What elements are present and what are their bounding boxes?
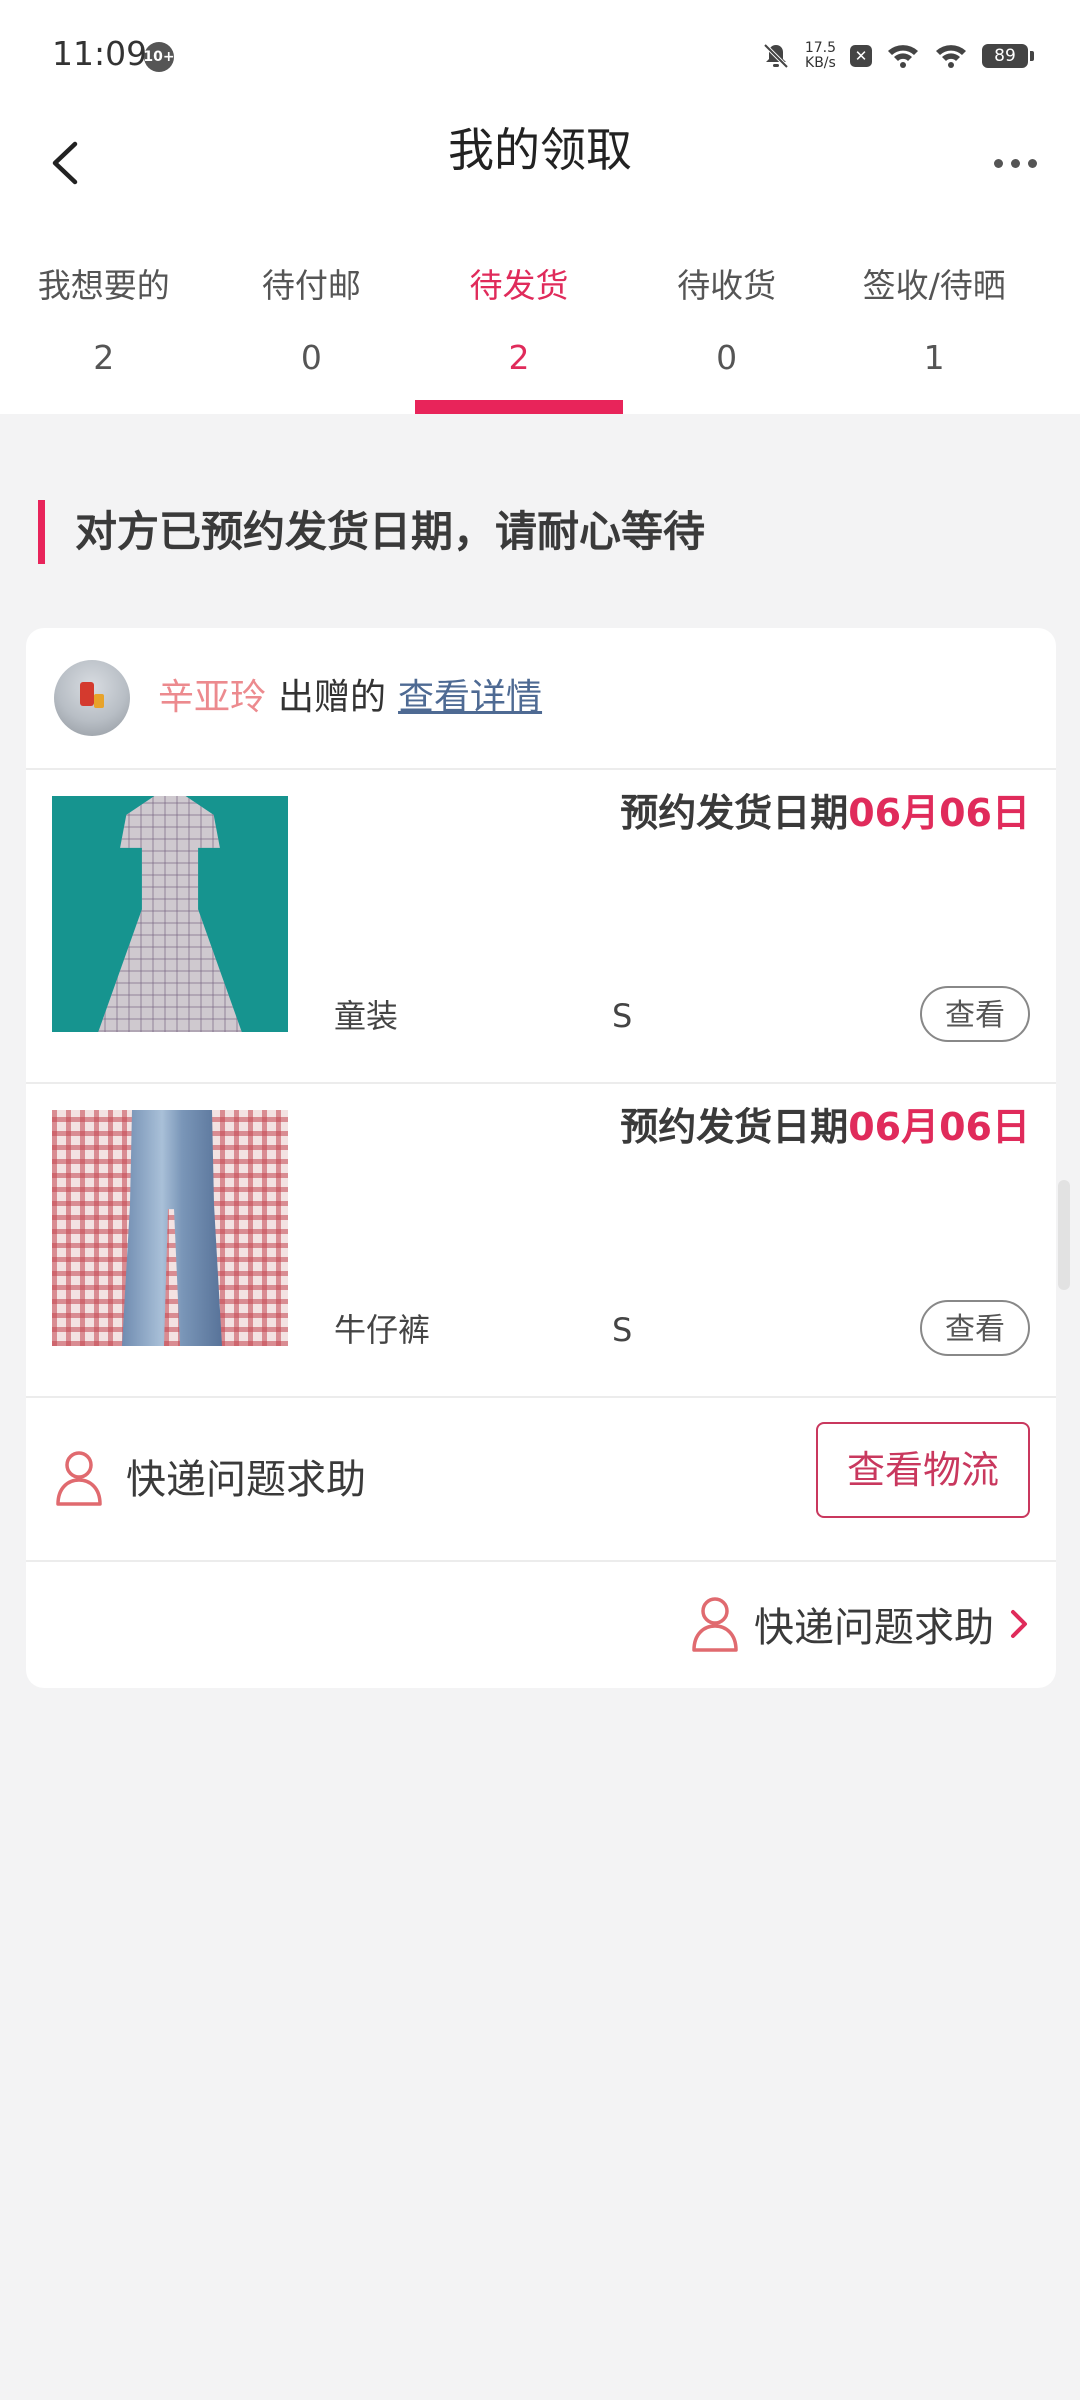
delivery-help-row: 快递问题求助 查看物流 [26, 1398, 1056, 1562]
tab-label: 待付邮 [261, 266, 361, 305]
tab-label: 我想要的 [37, 266, 170, 305]
giver-row: 辛亚玲 出赠的 查看详情 [26, 628, 1056, 770]
item-thumbnail[interactable] [52, 1110, 288, 1346]
more-dot-icon [993, 158, 1003, 168]
jeans-image [122, 1110, 222, 1346]
battery-icon: 89 [982, 44, 1034, 68]
delivery-help-link-label: 快递问题求助 [754, 1605, 994, 1651]
tab-count: 2 [93, 338, 115, 377]
giver-action: 出赠的 [278, 677, 387, 718]
notification-badge: 10+ [143, 42, 175, 72]
more-dot-icon [1027, 158, 1037, 168]
avatar-figure [94, 694, 104, 708]
tab-label: 待收货 [677, 266, 777, 305]
tab-count: 0 [300, 338, 322, 377]
delivery-help-label[interactable]: 快递问题求助 [126, 1448, 366, 1512]
status-bar: 11:09 10+ 17.5 KB/s ✕ 89 [0, 0, 1080, 110]
tab-label: 签收/待晒 [862, 266, 1006, 305]
tab-count: 0 [716, 338, 738, 377]
ship-date-label: 预约发货日期 [620, 1105, 849, 1149]
wifi-icon [936, 45, 966, 68]
mute-bell-icon [763, 43, 789, 69]
chevron-right-icon [1011, 1610, 1027, 1638]
item-name: 童装 [334, 997, 399, 1035]
net-speed: 17.5 KB/s [805, 41, 836, 71]
dress-image [98, 796, 242, 1032]
item-name: 牛仔裤 [334, 1311, 431, 1349]
person-icon [692, 1597, 738, 1652]
giver-info: 辛亚玲 出赠的 查看详情 [158, 668, 542, 728]
tab-count: 1 [923, 338, 945, 377]
ship-date-label: 预约发货日期 [620, 791, 849, 835]
tab-count: 2 [508, 338, 530, 377]
page-title: 我的领取 [448, 123, 632, 177]
avatar[interactable] [54, 660, 130, 736]
delivery-help-link[interactable]: 快递问题求助 [690, 1592, 1030, 1656]
tab-pending-postage[interactable]: 待付邮 0 [208, 250, 416, 414]
ship-date: 预约发货日期06月06日 [620, 1098, 1030, 1156]
item-size: S [612, 997, 633, 1035]
clock: 11:09 [52, 34, 148, 73]
item-row[interactable]: 预约发货日期06月06日 牛仔裤 S 查看 [26, 1084, 1056, 1398]
wifi-plus-icon [888, 45, 918, 68]
tab-pending-shipment[interactable]: 待发货 2 [415, 250, 623, 414]
delivery-help-link-row[interactable]: 快递问题求助 [26, 1562, 1056, 1688]
order-card: 辛亚玲 出赠的 查看详情 预约发货日期06月06日 童装 S 查看 预约发货日期06… [26, 628, 1056, 1688]
status-icons: 17.5 KB/s ✕ 89 [761, 34, 1034, 78]
tab-received-share[interactable]: 签收/待晒 1 [830, 250, 1038, 414]
app-header: 我的领取 [0, 110, 1080, 220]
active-tab-indicator [415, 400, 623, 414]
view-item-button[interactable]: 查看 [920, 1300, 1030, 1356]
net-speed-value: 17.5 [804, 40, 836, 56]
item-thumbnail[interactable] [52, 796, 288, 1032]
view-logistics-button[interactable]: 查看物流 [816, 1422, 1030, 1518]
view-item-button[interactable]: 查看 [920, 986, 1030, 1042]
more-button[interactable] [980, 128, 1050, 198]
view-details-link[interactable]: 查看详情 [398, 677, 542, 718]
item-row[interactable]: 预约发货日期06月06日 童装 S 查看 [26, 770, 1056, 1084]
person-icon [56, 1451, 102, 1506]
tab-pending-receipt[interactable]: 待收货 0 [623, 250, 831, 414]
tab-wanted[interactable]: 我想要的 2 [0, 250, 208, 414]
giver-name[interactable]: 辛亚玲 [158, 677, 266, 718]
scrollbar[interactable] [1058, 1180, 1070, 1290]
item-size: S [612, 1311, 633, 1349]
more-dot-icon [1010, 158, 1020, 168]
tab-label: 待发货 [469, 266, 569, 305]
ship-date: 预约发货日期06月06日 [620, 784, 1030, 842]
avatar-figure [80, 682, 94, 706]
sim-x-icon: ✕ [850, 45, 872, 67]
order-tabs: 我想要的 2 待付邮 0 待发货 2 待收货 0 签收/待晒 1 [0, 250, 1080, 414]
ship-date-value: 06月06日 [848, 1105, 1030, 1149]
section-title: 对方已预约发货日期，请耐心等待 [38, 500, 705, 564]
net-speed-unit: KB/s [805, 55, 836, 71]
ship-date-value: 06月06日 [848, 791, 1030, 835]
